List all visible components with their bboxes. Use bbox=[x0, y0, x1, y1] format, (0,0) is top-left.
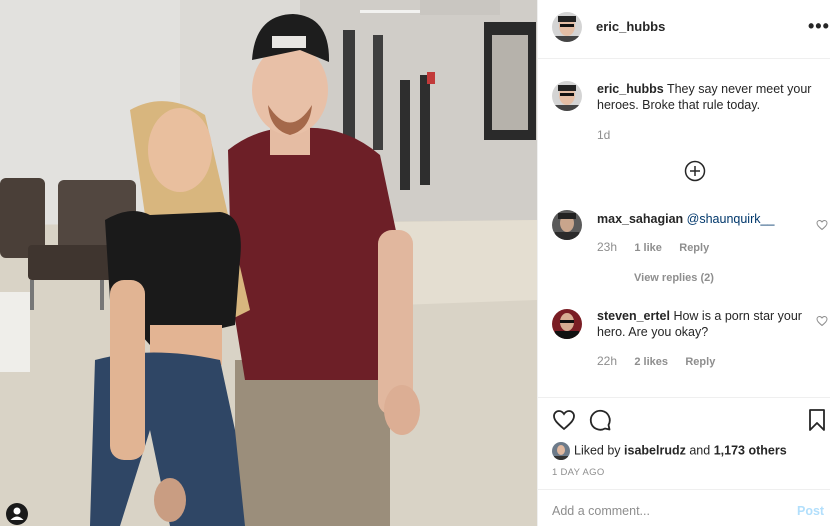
commenter-avatar[interactable] bbox=[552, 210, 582, 240]
post-photo[interactable] bbox=[0, 0, 537, 526]
post-header: eric_hubbs ••• bbox=[538, 0, 830, 59]
comment-likes[interactable]: 1 like bbox=[634, 242, 662, 254]
plus-circle-icon[interactable] bbox=[684, 160, 706, 182]
reply-button[interactable]: Reply bbox=[679, 242, 709, 254]
author-avatar[interactable] bbox=[552, 12, 582, 42]
bookmark-icon[interactable] bbox=[805, 408, 829, 432]
liker-avatar[interactable] bbox=[552, 442, 570, 460]
post-details-panel: eric_hubbs ••• eric_hubbs They say never… bbox=[537, 0, 830, 526]
post-actions: Liked by isabelrudz and 1,173 others 1 D… bbox=[538, 397, 830, 490]
caption-age: 1d bbox=[597, 128, 611, 142]
post-comment-button[interactable]: Post bbox=[797, 504, 824, 518]
comment-age: 23h bbox=[597, 240, 618, 254]
post-timestamp: 1 DAY AGO bbox=[552, 467, 605, 478]
comment-input[interactable]: Add a comment... bbox=[552, 504, 650, 518]
author-username[interactable]: eric_hubbs bbox=[596, 19, 665, 34]
likes-count[interactable]: 1,173 others bbox=[714, 443, 787, 457]
caption-username[interactable]: eric_hubbs bbox=[597, 82, 664, 96]
comment-username[interactable]: max_sahagian bbox=[597, 212, 683, 226]
comments-list[interactable]: eric_hubbs They say never meet your hero… bbox=[538, 59, 830, 397]
user-tag-icon[interactable] bbox=[4, 502, 30, 526]
comment-text: max_sahagian @shaunquirk__ bbox=[597, 211, 817, 227]
caption-avatar[interactable] bbox=[552, 81, 582, 111]
liked-prefix: Liked by bbox=[574, 443, 621, 458]
heart-icon[interactable] bbox=[816, 315, 828, 327]
liker-username[interactable]: isabelrudz bbox=[624, 443, 686, 457]
heart-icon[interactable] bbox=[552, 408, 576, 432]
comment-meta: 22h 2 likes Reply bbox=[597, 354, 729, 368]
caption-text: eric_hubbs They say never meet your hero… bbox=[597, 81, 817, 113]
comment-text: steven_ertel How is a porn star your her… bbox=[597, 308, 817, 340]
commenter-avatar[interactable] bbox=[552, 309, 582, 339]
comment-bubble-icon[interactable] bbox=[588, 408, 612, 432]
liked-by: Liked by isabelrudz and 1,173 others bbox=[552, 442, 787, 460]
more-options-icon[interactable]: ••• bbox=[808, 16, 830, 37]
add-comment-bar: Add a comment... Post bbox=[538, 489, 830, 527]
comment-likes[interactable]: 2 likes bbox=[634, 356, 668, 368]
comment-meta: 23h 1 like Reply bbox=[597, 240, 723, 254]
comment-username[interactable]: steven_ertel bbox=[597, 309, 670, 323]
comment-mention[interactable]: @shaunquirk__ bbox=[687, 212, 775, 226]
liked-middle: and bbox=[689, 443, 711, 458]
view-replies-button[interactable]: View replies (2) bbox=[634, 272, 714, 284]
heart-icon[interactable] bbox=[816, 219, 828, 231]
reply-button[interactable]: Reply bbox=[685, 356, 715, 368]
comment-age: 22h bbox=[597, 354, 618, 368]
